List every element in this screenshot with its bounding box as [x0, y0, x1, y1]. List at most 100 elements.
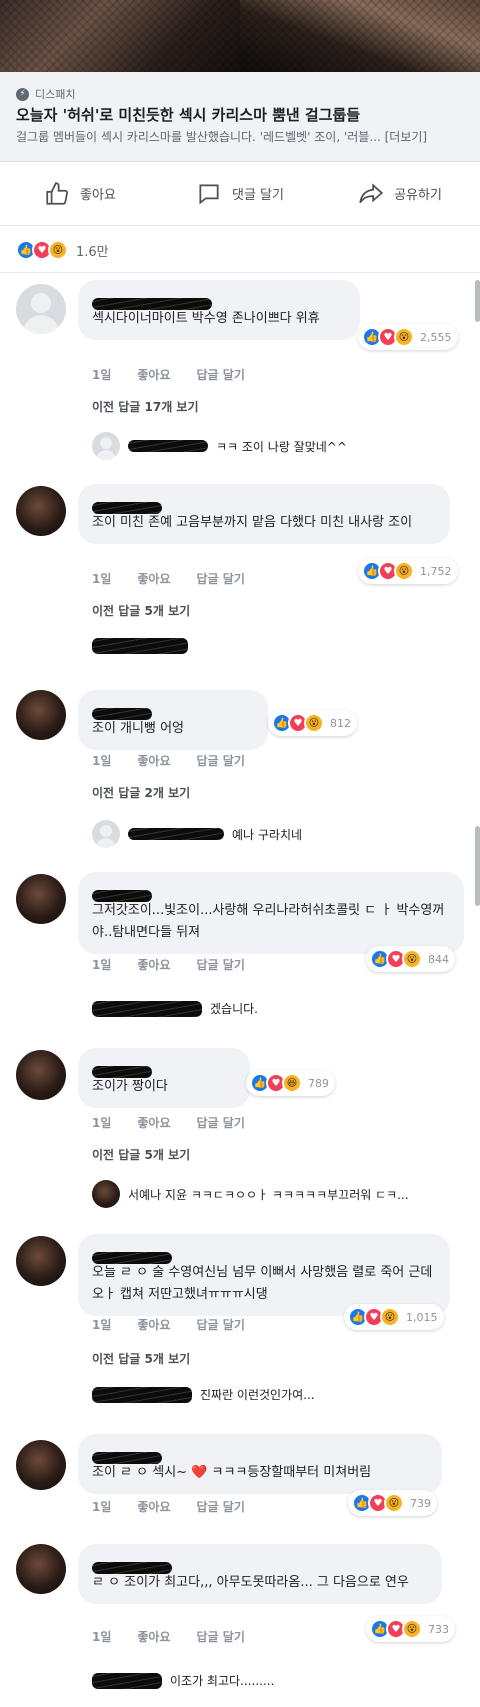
wow-reaction-icon: 😮: [304, 713, 324, 733]
link-headline[interactable]: 오늘자 '허쉬'로 미친듯한 섹시 카리스마 뿜낸 걸그룹들: [16, 104, 468, 125]
comment-reply-link[interactable]: 답글 달기: [197, 570, 245, 587]
comment-reply-link[interactable]: 답글 달기: [197, 752, 245, 769]
reply-avatar[interactable]: [92, 1180, 120, 1208]
comment-author[interactable]: [92, 292, 346, 310]
link-preview-image[interactable]: [0, 0, 480, 72]
comment-reply-link[interactable]: 답글 달기: [197, 1316, 245, 1333]
comment-bubble[interactable]: 조이가 짱이다: [78, 1048, 250, 1108]
comment-bubble[interactable]: 조이 ㄹ ㅇ 섹시~ ❤️ ㅋㅋㅋ등장할때부터 미쳐버림: [78, 1434, 442, 1494]
comment-author[interactable]: [92, 1246, 436, 1264]
comment-time[interactable]: 1일: [92, 752, 111, 769]
comment-reactions[interactable]: 👍 ♥ 😮 844: [366, 946, 455, 972]
comment-reply-link[interactable]: 답글 달기: [197, 956, 245, 973]
comment-reactions[interactable]: 👍 ♥ 😮 739: [348, 1490, 437, 1516]
avatar[interactable]: [16, 1236, 66, 1286]
speech-bubble-icon: [199, 183, 219, 204]
comment-like-link[interactable]: 좋아요: [137, 1628, 170, 1645]
view-previous-replies[interactable]: 이전 답글 17개 보기: [92, 398, 199, 415]
reply-preview[interactable]: 예나 구라치네: [92, 820, 302, 848]
comment-reactions[interactable]: 👍 ♥ 😮 812: [268, 710, 357, 736]
reply-preview[interactable]: [92, 638, 196, 654]
reply-text: 겠습니다.: [210, 1002, 258, 1016]
comment-like-link[interactable]: 좋아요: [137, 1316, 170, 1333]
wow-reaction-icon: 😮: [402, 949, 422, 969]
reply-avatar[interactable]: [92, 432, 120, 460]
reply-preview[interactable]: ㅋㅋ 조이 나랑 잘맞네^^: [92, 432, 347, 460]
comment-bubble[interactable]: 섹시다이너마이트 박수영 존나이쁘다 위휴: [78, 280, 360, 340]
comment-time[interactable]: 1일: [92, 1114, 111, 1131]
redacted-name: [128, 828, 224, 840]
avatar[interactable]: [16, 1440, 66, 1490]
comment-bubble[interactable]: 그저갓조이...빛조이...사랑해 우리나라허쉬초콜릿 ㄷ ㅏ 박수영꺼야..탐…: [78, 872, 464, 954]
comment-author[interactable]: [92, 1446, 428, 1464]
comment-like-link[interactable]: 좋아요: [137, 570, 170, 587]
comment-like-link[interactable]: 좋아요: [137, 752, 170, 769]
comment-author[interactable]: [92, 1060, 236, 1078]
link-source-name: 디스패치: [35, 88, 76, 101]
reply-preview[interactable]: 진짜란 이런것인가여...: [92, 1386, 315, 1403]
comment-time[interactable]: 1일: [92, 570, 111, 587]
comment-button[interactable]: 댓글 달기: [160, 162, 320, 225]
link-description[interactable]: 걸그룹 멤버들이 섹시 카리스마를 발산했습니다. '레드벨벳' 조이, '러블…: [16, 128, 468, 145]
redacted-name: [92, 1000, 202, 1017]
share-label: 공유하기: [394, 188, 442, 203]
comment-bubble[interactable]: ㄹ ㅇ 조이가 최고다,,, 아무도못따라옴... 그 다음으로 연우: [78, 1544, 442, 1604]
comment-reactions[interactable]: 👍 ♥ 😆 789: [246, 1070, 335, 1096]
comment-reactions[interactable]: 👍 ♥ 😮 733: [366, 1616, 455, 1642]
comment-time[interactable]: 1일: [92, 1498, 111, 1515]
reply-preview[interactable]: 겠습니다.: [92, 1000, 258, 1017]
view-previous-replies[interactable]: 이전 답글 5개 보기: [92, 1350, 190, 1367]
post-reactions[interactable]: 👍 ♥ 😮 1.6만: [16, 236, 109, 264]
comment-meta: 1일 좋아요 답글 달기: [92, 570, 245, 587]
view-previous-replies[interactable]: 이전 답글 2개 보기: [92, 784, 190, 801]
comment-author[interactable]: [92, 496, 436, 514]
comment-reply-link[interactable]: 답글 달기: [197, 1114, 245, 1131]
like-button[interactable]: 좋아요: [0, 162, 160, 225]
divider: [0, 272, 480, 273]
avatar[interactable]: [16, 1050, 66, 1100]
scrollbar-thumb-2[interactable]: [475, 826, 480, 906]
avatar[interactable]: [16, 486, 66, 536]
comment-reactions[interactable]: 👍 ♥ 😮 2,555: [358, 324, 458, 350]
comment-author[interactable]: [92, 1556, 428, 1574]
comment-author[interactable]: [92, 884, 450, 902]
comment-reactions[interactable]: 👍 ♥ 😮 1,752: [358, 558, 458, 584]
comment-text: 섹시다이너마이트 박수영 존나이쁘다 위휴: [92, 311, 320, 326]
view-previous-replies[interactable]: 이전 답글 5개 보기: [92, 1146, 190, 1163]
comment-like-link[interactable]: 좋아요: [137, 1498, 170, 1515]
comment-time[interactable]: 1일: [92, 1628, 111, 1645]
reply-preview[interactable]: 서예나 지윤 ㅋㅋㄷㅋㅇㅇㅏ ㅋㅋㅋㅋㅋ부끄러워 ㄷㅋ...: [92, 1180, 409, 1208]
comment-time[interactable]: 1일: [92, 366, 111, 383]
avatar[interactable]: [16, 874, 66, 924]
image-texture: [0, 0, 480, 72]
avatar[interactable]: [16, 690, 66, 740]
reply-avatar[interactable]: [92, 820, 120, 848]
comment-meta: 1일 좋아요 답글 달기: [92, 366, 245, 383]
reaction-count: 733: [428, 1622, 449, 1636]
comment-time[interactable]: 1일: [92, 956, 111, 973]
comment-like-link[interactable]: 좋아요: [137, 1114, 170, 1131]
comment-bubble[interactable]: 조이 미친 존예 고음부분까지 맡음 다했다 미친 내사랑 조이: [78, 484, 450, 544]
comment-text: 조이 개니뻥 어엉: [92, 721, 184, 736]
reply-text: ㅋㅋ 조이 나랑 잘맞네^^: [216, 439, 347, 454]
avatar[interactable]: [16, 284, 66, 334]
share-button[interactable]: 공유하기: [320, 162, 480, 225]
comment-time[interactable]: 1일: [92, 1316, 111, 1333]
comment-like-link[interactable]: 좋아요: [137, 366, 170, 383]
comment-reply-link[interactable]: 답글 달기: [197, 366, 245, 383]
comment-reactions[interactable]: 👍 ♥ 😮 1,015: [344, 1304, 444, 1330]
view-previous-replies[interactable]: 이전 답글 5개 보기: [92, 602, 190, 619]
wow-reaction-icon: 😮: [384, 1493, 404, 1513]
comment-bubble[interactable]: 조이 개니뻥 어엉: [78, 690, 268, 750]
comment-reply-link[interactable]: 답글 달기: [197, 1498, 245, 1515]
reply-preview[interactable]: 이조가 최고다.........: [92, 1672, 274, 1689]
avatar[interactable]: [16, 1544, 66, 1594]
comment-text: 조이가 짱이다: [92, 1079, 168, 1094]
haha-reaction-icon: 😆: [282, 1073, 302, 1093]
comment-author[interactable]: [92, 702, 254, 720]
scrollbar-thumb[interactable]: [475, 280, 480, 322]
wow-reaction-icon: 😮: [402, 1619, 422, 1639]
comment-like-link[interactable]: 좋아요: [137, 956, 170, 973]
comment-text: 오늘 ㄹ ㅇ 술 수영여신님 넘무 이뻐서 사망했음 렬로 죽어 근데 오ㅏ 캡…: [92, 1265, 433, 1302]
comment-reply-link[interactable]: 답글 달기: [197, 1628, 245, 1645]
